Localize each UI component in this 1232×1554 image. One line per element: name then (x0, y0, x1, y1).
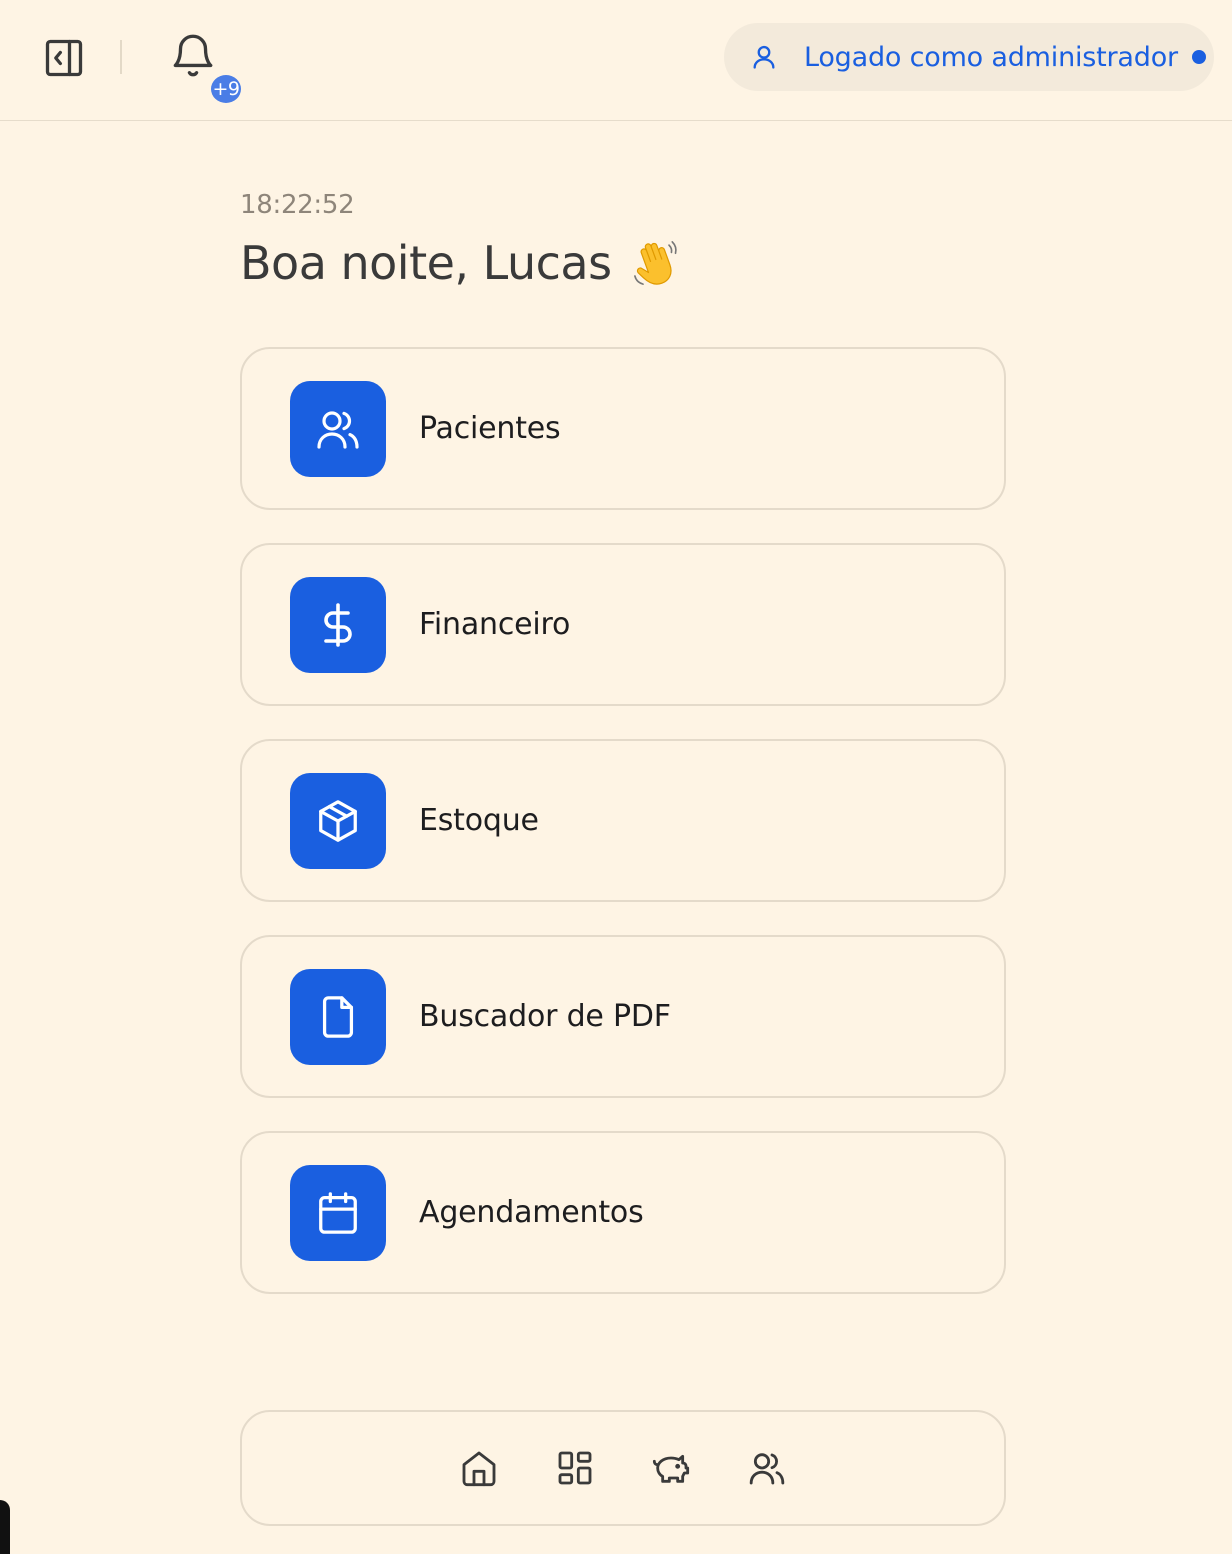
card-label: Estoque (419, 803, 539, 838)
users-icon (749, 1453, 785, 1485)
header-divider (120, 40, 122, 74)
card-icon-box (290, 380, 386, 477)
card-agendamentos[interactable]: Agendamentos (240, 1131, 1006, 1294)
online-status-dot (1191, 50, 1206, 64)
panel-left-icon (45, 39, 83, 77)
clock-time: 18:22:52 (240, 190, 355, 220)
card-icon-box (290, 1164, 386, 1261)
card-estoque[interactable]: Estoque (240, 739, 1006, 902)
card-financeiro[interactable]: Financeiro (240, 543, 1006, 706)
card-buscador-pdf[interactable]: Buscador de PDF (240, 935, 1006, 1098)
box-icon (319, 799, 357, 842)
user-status-label: Logado como administrador (804, 41, 1178, 73)
card-pacientes[interactable]: Pacientes (240, 347, 1006, 510)
card-label: Financeiro (419, 607, 571, 642)
app-page: +9 Logado como administrador 18:22:52 Bo… (0, 0, 1232, 1554)
card-label: Agendamentos (419, 1195, 644, 1230)
user-status-pill[interactable]: Logado como administrador (724, 23, 1214, 91)
greeting-text: Boa noite, Lucas (240, 236, 612, 290)
user-icon (753, 45, 775, 69)
top-header: +9 Logado como administrador (0, 0, 1232, 121)
card-icon-box (290, 772, 386, 869)
nav-finance-button[interactable] (650, 1447, 692, 1489)
bottom-navigation (240, 1410, 1006, 1526)
users-icon (317, 410, 359, 449)
file-icon (322, 995, 354, 1038)
window-edge (0, 1500, 10, 1554)
nav-dashboard-button[interactable] (554, 1447, 596, 1489)
waving-hand-icon (633, 241, 677, 285)
card-icon-box (290, 968, 386, 1065)
bell-icon (173, 34, 213, 77)
dollar-icon (324, 602, 352, 647)
sidebar-toggle-button[interactable] (40, 34, 88, 82)
notification-count-badge: +9 (209, 73, 243, 105)
piggy-bank-icon (652, 1454, 690, 1483)
card-icon-box (290, 576, 386, 673)
home-icon (462, 1451, 496, 1487)
card-label: Buscador de PDF (419, 999, 671, 1034)
calendar-icon (319, 1191, 357, 1234)
grid-icon (558, 1451, 592, 1485)
card-label: Pacientes (419, 411, 561, 446)
greeting-heading: Boa noite, Lucas (240, 236, 682, 290)
nav-home-button[interactable] (458, 1447, 500, 1489)
nav-users-button[interactable] (746, 1447, 788, 1489)
